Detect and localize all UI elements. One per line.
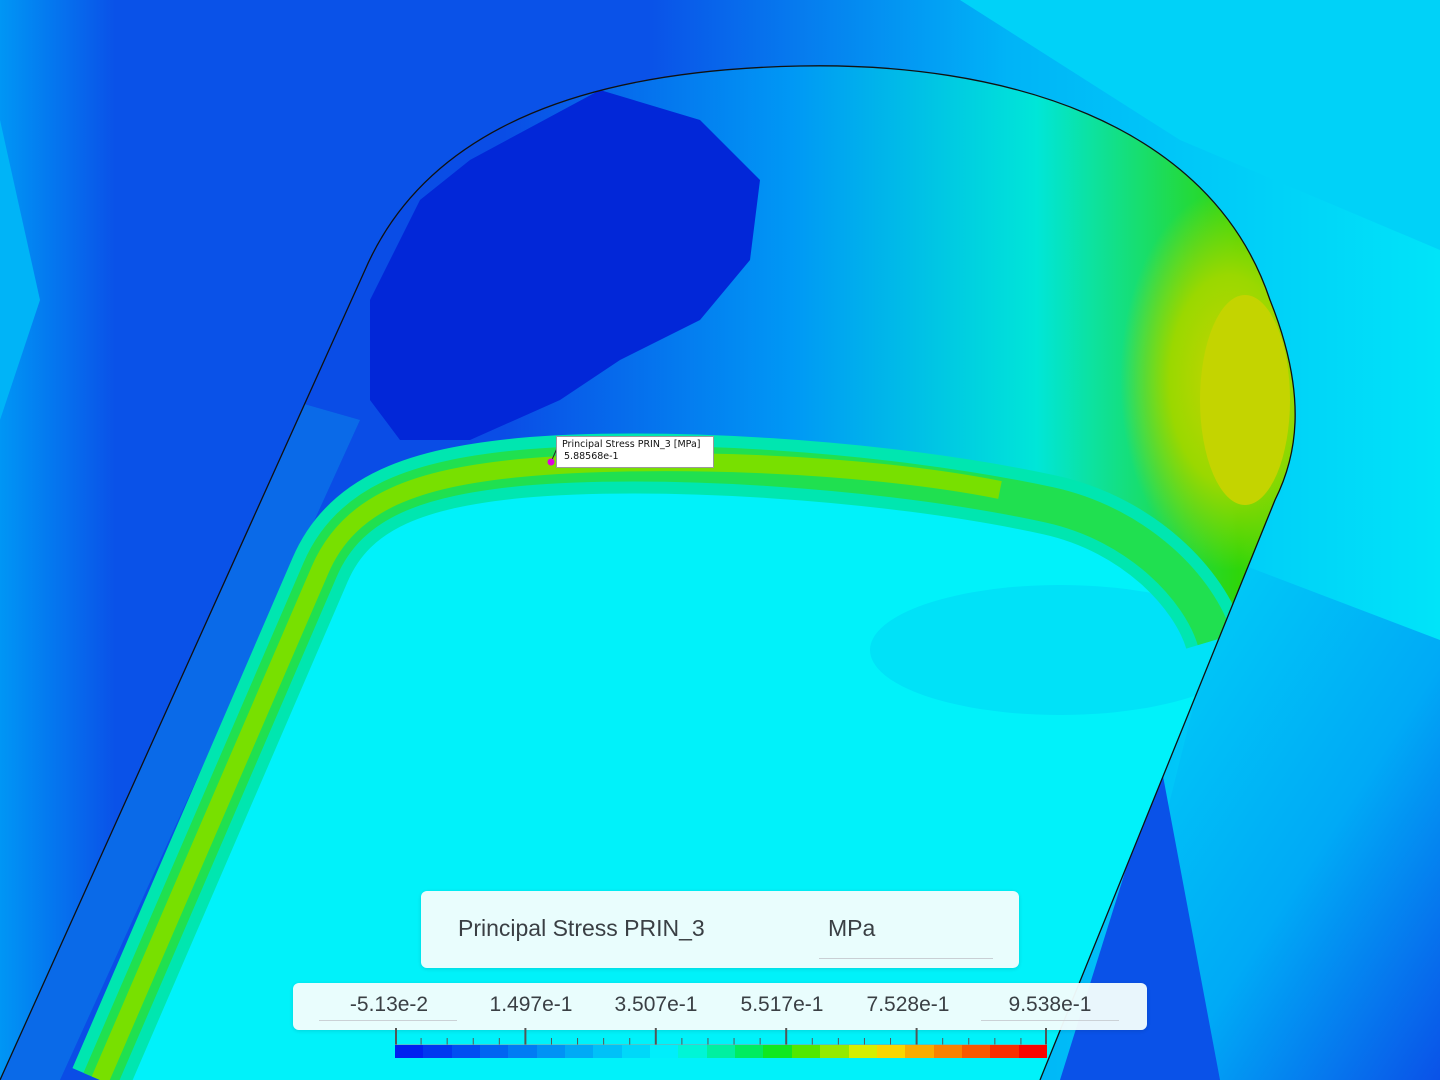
legend-color-swatch (820, 1045, 849, 1058)
legend-color-swatch (650, 1045, 679, 1058)
legend-tick-label: 5.517e-1 (740, 993, 824, 1016)
legend-color-swatch (565, 1045, 594, 1058)
legend-color-swatch (678, 1045, 707, 1058)
legend-max-field-line (981, 1020, 1119, 1021)
legend-min-input[interactable]: -5.13e-2 (350, 993, 428, 1017)
legend-color-swatch (621, 1045, 651, 1058)
legend-title: Principal Stress PRIN_3 (458, 915, 705, 941)
legend-color-swatch (536, 1045, 566, 1058)
legend-tick-label: 3.507e-1 (614, 993, 698, 1016)
legend-color-swatch (933, 1045, 962, 1058)
legend-color-swatch (451, 1045, 481, 1058)
legend-color-swatch (423, 1045, 452, 1058)
legend-scale-panel: -5.13e-2 1.497e-1 3.507e-1 5.517e-1 7.52… (293, 983, 1147, 1030)
legend-min-field-line (319, 1020, 457, 1021)
legend-title-panel: Principal Stress PRIN_3 MPa (421, 891, 1019, 968)
legend-color-swatch (480, 1045, 509, 1058)
legend-color-swatch (395, 1045, 424, 1058)
probe-label-title: Principal Stress PRIN_3 [MPa] (562, 439, 701, 450)
legend-tick-marks (395, 1028, 1047, 1046)
legend-color-swatch (876, 1045, 906, 1058)
legend-color-swatch (791, 1045, 821, 1058)
legend-color-swatch (848, 1045, 877, 1058)
legend-color-swatch (1018, 1045, 1047, 1058)
legend-color-swatch (961, 1045, 991, 1058)
legend-unit-value: MPa (828, 915, 876, 941)
legend-max-input[interactable]: 9.538e-1 (1009, 993, 1092, 1017)
legend-color-swatch (593, 1045, 622, 1058)
legend-tick-label: 1.497e-1 (489, 993, 573, 1016)
legend-color-swatch (905, 1045, 934, 1058)
legend-color-swatch (735, 1045, 764, 1058)
legend-tick-label: 7.528e-1 (866, 993, 950, 1016)
legend-color-swatch (763, 1045, 792, 1058)
legend-color-swatch (706, 1045, 736, 1058)
probe-label: Principal Stress PRIN_3 [MPa] 5.88568e-1 (556, 436, 714, 468)
probe-label-value: 5.88568e-1 (564, 451, 619, 462)
legend-unit-select[interactable]: MPa (819, 906, 993, 959)
legend-color-swatch (990, 1045, 1019, 1058)
legend-colorbar (395, 1045, 1047, 1058)
legend-color-swatch (508, 1045, 537, 1058)
probe-marker (547, 458, 555, 466)
